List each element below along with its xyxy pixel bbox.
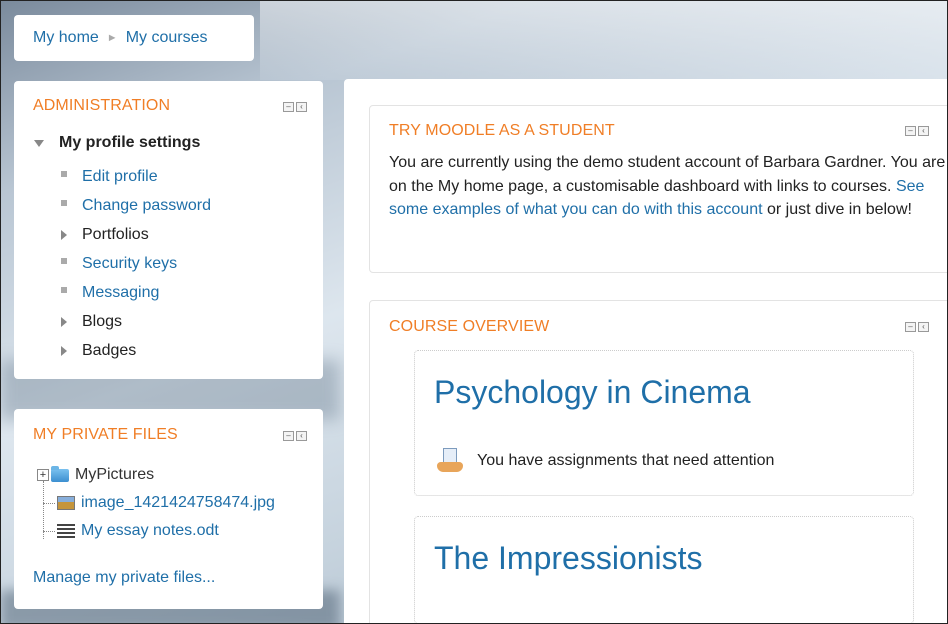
document-file-icon (57, 524, 75, 538)
tree-connector (43, 530, 55, 532)
file-row[interactable]: image_1421424758474.jpg (37, 489, 275, 517)
outro-text: or just dive in below! (762, 201, 912, 218)
course-title-link[interactable]: The Impressionists (434, 540, 703, 577)
collapsed-triangle-icon (61, 345, 67, 356)
try-moodle-block: TRY MOODLE AS A STUDENT – ‹ You are curr… (369, 105, 948, 273)
block-controls: – ‹ (283, 102, 307, 112)
profile-settings-label: My profile settings (59, 134, 201, 151)
edit-profile-link[interactable]: Edit profile (82, 168, 158, 186)
course-title-link[interactable]: Psychology in Cinema (434, 374, 751, 411)
dock-icon[interactable]: ‹ (296, 102, 307, 112)
dock-icon[interactable]: ‹ (296, 431, 307, 441)
bullet-icon (61, 199, 67, 206)
sidebar-item-blogs[interactable]: Blogs (61, 307, 211, 336)
block-controls: – ‹ (905, 126, 929, 136)
manage-private-files-link[interactable]: Manage my private files... (33, 569, 215, 587)
image-file-icon (57, 496, 75, 510)
profile-settings-node[interactable]: My profile settings (34, 133, 211, 153)
messaging-link[interactable]: Messaging (82, 284, 159, 302)
expand-plus-icon[interactable]: + (37, 469, 49, 481)
collapsed-triangle-icon (61, 229, 67, 240)
minimize-icon[interactable]: – (905, 322, 916, 332)
try-moodle-title: TRY MOODLE AS A STUDENT (389, 122, 615, 139)
block-controls: – ‹ (283, 431, 307, 441)
folder-label[interactable]: MyPictures (75, 466, 154, 484)
minimize-icon[interactable]: – (283, 102, 294, 112)
change-password-link[interactable]: Change password (82, 197, 211, 215)
folder-row[interactable]: + MyPictures (37, 461, 275, 489)
portfolios-label[interactable]: Portfolios (82, 226, 149, 244)
course-card: Psychology in Cinema You have assignment… (414, 350, 914, 496)
profile-settings-tree: My profile settings Edit profile Change … (34, 133, 211, 365)
administration-block: ADMINISTRATION – ‹ My profile settings E… (14, 81, 323, 379)
minimize-icon[interactable]: – (283, 431, 294, 441)
tree-connector (43, 502, 55, 504)
sidebar-item-edit-profile[interactable]: Edit profile (61, 162, 211, 191)
expanded-triangle-icon (34, 139, 44, 147)
minimize-icon[interactable]: – (905, 126, 916, 136)
main-region: TRY MOODLE AS A STUDENT – ‹ You are curr… (344, 79, 948, 624)
sidebar-item-badges[interactable]: Badges (61, 336, 211, 365)
sidebar-item-portfolios[interactable]: Portfolios (61, 220, 211, 249)
intro-text: You are currently using the demo student… (389, 154, 946, 195)
file-row[interactable]: My essay notes.odt (37, 517, 275, 545)
breadcrumb-courses-link[interactable]: My courses (126, 29, 208, 47)
file-link[interactable]: My essay notes.odt (81, 522, 219, 540)
private-files-title: MY PRIVATE FILES (33, 426, 178, 443)
breadcrumb: My home ► My courses (14, 15, 254, 61)
course-overview-block: COURSE OVERVIEW – ‹ Psychology in Cinema… (369, 300, 948, 624)
administration-title: ADMINISTRATION (33, 97, 171, 114)
notification-text: You have assignments that need attention (477, 452, 775, 469)
sidebar-item-security-keys[interactable]: Security keys (61, 249, 211, 278)
bullet-icon (61, 286, 67, 293)
bullet-icon (61, 170, 67, 177)
bullet-icon (61, 257, 67, 264)
badges-label[interactable]: Badges (82, 342, 136, 360)
breadcrumb-separator-icon: ► (106, 32, 118, 44)
assignment-icon (437, 448, 463, 474)
course-card: The Impressionists (414, 516, 914, 624)
block-controls: – ‹ (905, 322, 929, 332)
sidebar-item-change-password[interactable]: Change password (61, 191, 211, 220)
dock-icon[interactable]: ‹ (918, 322, 929, 332)
course-notification: You have assignments that need attention (437, 448, 774, 474)
private-files-block: MY PRIVATE FILES – ‹ + MyPictures image_… (14, 409, 323, 609)
course-overview-title: COURSE OVERVIEW (389, 318, 550, 335)
folder-icon (51, 465, 69, 482)
collapsed-triangle-icon (61, 316, 67, 327)
sidebar-item-messaging[interactable]: Messaging (61, 278, 211, 307)
file-link[interactable]: image_1421424758474.jpg (81, 494, 275, 512)
breadcrumb-home-link[interactable]: My home (33, 29, 99, 47)
blogs-label[interactable]: Blogs (82, 313, 122, 331)
files-tree: + MyPictures image_1421424758474.jpg My … (37, 461, 275, 545)
security-keys-link[interactable]: Security keys (82, 255, 177, 273)
dock-icon[interactable]: ‹ (918, 126, 929, 136)
try-moodle-text: You are currently using the demo student… (389, 151, 948, 222)
